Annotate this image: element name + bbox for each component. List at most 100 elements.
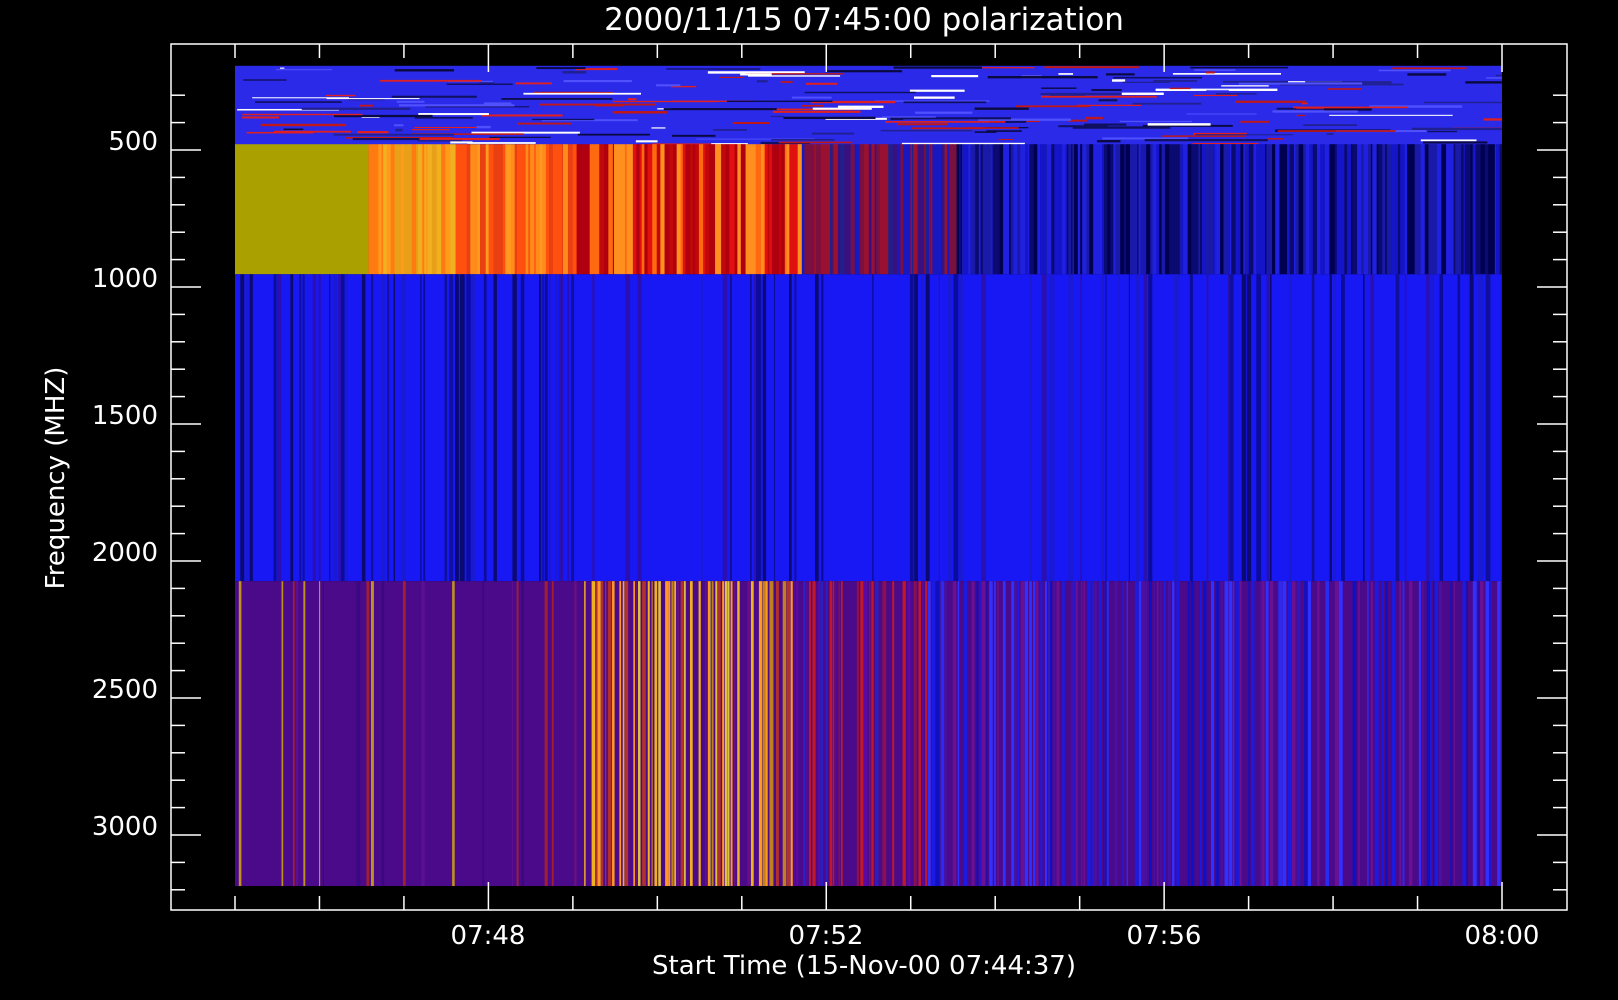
stripe xyxy=(245,274,249,582)
x-tick-label: 07:48 xyxy=(451,921,526,951)
stripe xyxy=(1433,144,1438,275)
stripe xyxy=(1334,581,1339,887)
streak xyxy=(1206,89,1229,91)
stripe xyxy=(804,144,810,275)
stripe xyxy=(860,581,864,887)
stripe xyxy=(512,274,517,582)
stripe xyxy=(882,581,887,887)
stripe xyxy=(408,144,413,275)
band-high-frequency xyxy=(235,581,1502,887)
stripe xyxy=(789,144,794,275)
streak xyxy=(655,84,681,87)
stripe xyxy=(603,144,609,275)
stripe xyxy=(1462,581,1466,887)
streak xyxy=(987,76,1098,79)
stripe xyxy=(750,581,754,887)
stripe xyxy=(695,144,700,275)
stripe xyxy=(879,144,885,275)
streak xyxy=(805,82,838,85)
stripe xyxy=(277,274,282,582)
stripe xyxy=(796,581,799,887)
stripe xyxy=(727,581,730,887)
streak xyxy=(780,81,793,83)
stripe xyxy=(619,581,622,887)
stripe xyxy=(1223,144,1229,275)
stripe xyxy=(1289,144,1295,275)
streak xyxy=(778,141,853,144)
stripe xyxy=(432,144,438,275)
streak xyxy=(801,104,824,107)
streak xyxy=(1216,93,1257,95)
stripe xyxy=(935,581,940,887)
stripe xyxy=(625,274,631,582)
stripe xyxy=(580,144,586,275)
stripe xyxy=(724,581,728,887)
stripe xyxy=(1229,274,1234,582)
stripe xyxy=(1075,581,1078,887)
stripe xyxy=(664,144,670,275)
stripe xyxy=(971,581,975,887)
stripe xyxy=(1279,144,1284,275)
stripe xyxy=(1138,581,1142,887)
stripe xyxy=(1161,144,1166,275)
stripe xyxy=(1256,144,1261,275)
stripe xyxy=(605,581,607,887)
streak xyxy=(1326,133,1334,136)
streak xyxy=(1272,110,1358,113)
stripe xyxy=(854,144,861,275)
stripe xyxy=(940,581,945,887)
streak xyxy=(732,121,770,124)
streak xyxy=(771,138,835,141)
streak xyxy=(756,80,768,83)
streak xyxy=(1144,139,1268,142)
streak xyxy=(563,80,632,83)
stripe xyxy=(516,581,519,887)
stripe xyxy=(729,274,733,582)
streak xyxy=(1277,130,1396,132)
stripe xyxy=(455,274,459,582)
stripe xyxy=(1501,274,1502,582)
stripe xyxy=(618,144,624,275)
stripe xyxy=(1173,274,1179,582)
streak xyxy=(273,130,351,133)
stripe xyxy=(1004,144,1010,275)
stripe xyxy=(757,144,762,275)
x-axis-title: Start Time (15-Nov-00 07:44:37) xyxy=(652,951,1076,981)
streak xyxy=(359,104,373,107)
stripe xyxy=(649,144,653,275)
stripe xyxy=(1148,274,1153,582)
stripe xyxy=(1275,144,1281,275)
stripe xyxy=(1256,274,1262,582)
stripe xyxy=(1295,144,1300,275)
stripe xyxy=(595,581,598,887)
stripe xyxy=(1029,274,1032,582)
stripe xyxy=(1206,144,1210,275)
streak xyxy=(726,100,833,102)
stripe xyxy=(647,581,650,887)
stripe xyxy=(1049,274,1053,582)
stripe xyxy=(1238,581,1240,887)
stripe xyxy=(374,144,379,275)
stripe xyxy=(731,144,736,275)
stripe xyxy=(1093,144,1098,275)
stripe xyxy=(907,581,911,887)
stripe xyxy=(913,581,917,887)
stripe xyxy=(567,144,574,275)
stripe xyxy=(383,144,388,275)
stripe xyxy=(510,144,516,275)
stripe xyxy=(1387,144,1393,275)
streak xyxy=(772,110,861,113)
stripe xyxy=(1054,144,1059,275)
stripe xyxy=(654,581,658,887)
streak xyxy=(1186,113,1257,115)
streak xyxy=(1049,93,1086,96)
stripe xyxy=(1020,144,1025,275)
stripe xyxy=(592,274,595,582)
stripe xyxy=(1436,144,1442,275)
stripe xyxy=(1087,581,1091,887)
streak xyxy=(1113,76,1203,79)
stripe xyxy=(572,144,578,275)
stripe xyxy=(381,581,385,887)
streak xyxy=(651,127,666,129)
stripe xyxy=(341,274,345,582)
